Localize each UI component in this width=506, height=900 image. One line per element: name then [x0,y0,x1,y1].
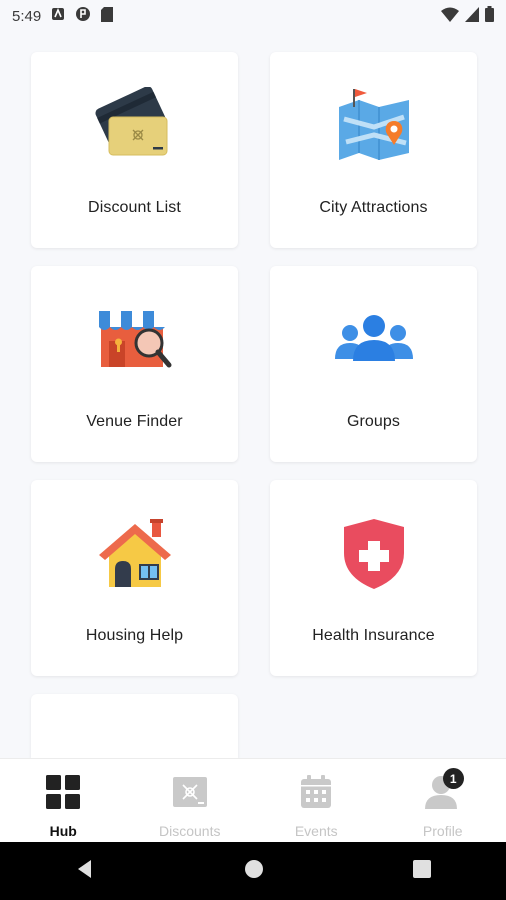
card-venue-finder[interactable]: Venue Finder [31,266,238,462]
venue-search-icon [95,301,175,376]
status-time: 5:49 [12,7,42,25]
home-icon[interactable] [244,859,264,884]
status-bar: 5:49 [0,0,506,32]
groups-icon [334,301,414,376]
app-notification-icon [51,7,65,25]
card-partial[interactable] [31,694,238,758]
wifi-icon [441,7,459,26]
card-health-insurance[interactable]: Health Insurance [270,480,477,676]
card-label: Health Insurance [312,627,435,644]
tab-events[interactable]: Events [253,759,380,843]
app-notification-icon-2 [75,6,91,26]
card-city-attractions[interactable]: City Attractions [270,52,477,248]
card-groups[interactable]: Groups [270,266,477,462]
sd-card-icon [101,6,114,26]
calendar-icon [300,775,332,814]
card-label: Discount List [88,199,181,216]
card-label: Groups [346,413,401,430]
tab-label: Events [294,823,338,839]
tab-profile[interactable]: 1 Profile [380,759,506,843]
card-label: City Attractions [319,199,428,216]
grid-icon [46,775,81,814]
back-icon[interactable] [75,859,95,884]
card-label: Housing Help [85,627,184,644]
notification-badge: 1 [442,768,464,789]
tab-label: Hub [49,823,77,839]
tab-label: Profile [422,823,463,839]
tab-discounts[interactable]: Discounts [127,759,254,843]
system-navigation-bar [0,842,506,900]
card-housing-help[interactable]: Housing Help [31,480,238,676]
card-discount-list[interactable]: Discount List [31,52,238,248]
signal-icon [465,6,479,26]
tab-label: Discounts [159,823,221,839]
house-icon [95,515,175,590]
card-label: Venue Finder [86,413,183,430]
battery-icon [485,6,494,26]
discount-cards-icon [94,87,175,162]
city-map-icon [334,87,414,162]
bottom-navigation: Hub Discounts Events 1 Profile [0,758,506,843]
discount-card-icon [172,775,208,814]
user-icon-wrap: 1 [424,768,464,814]
health-shield-icon [334,515,414,590]
tab-hub[interactable]: Hub [0,759,127,843]
recents-icon[interactable] [413,859,432,883]
user-icon [424,776,461,813]
